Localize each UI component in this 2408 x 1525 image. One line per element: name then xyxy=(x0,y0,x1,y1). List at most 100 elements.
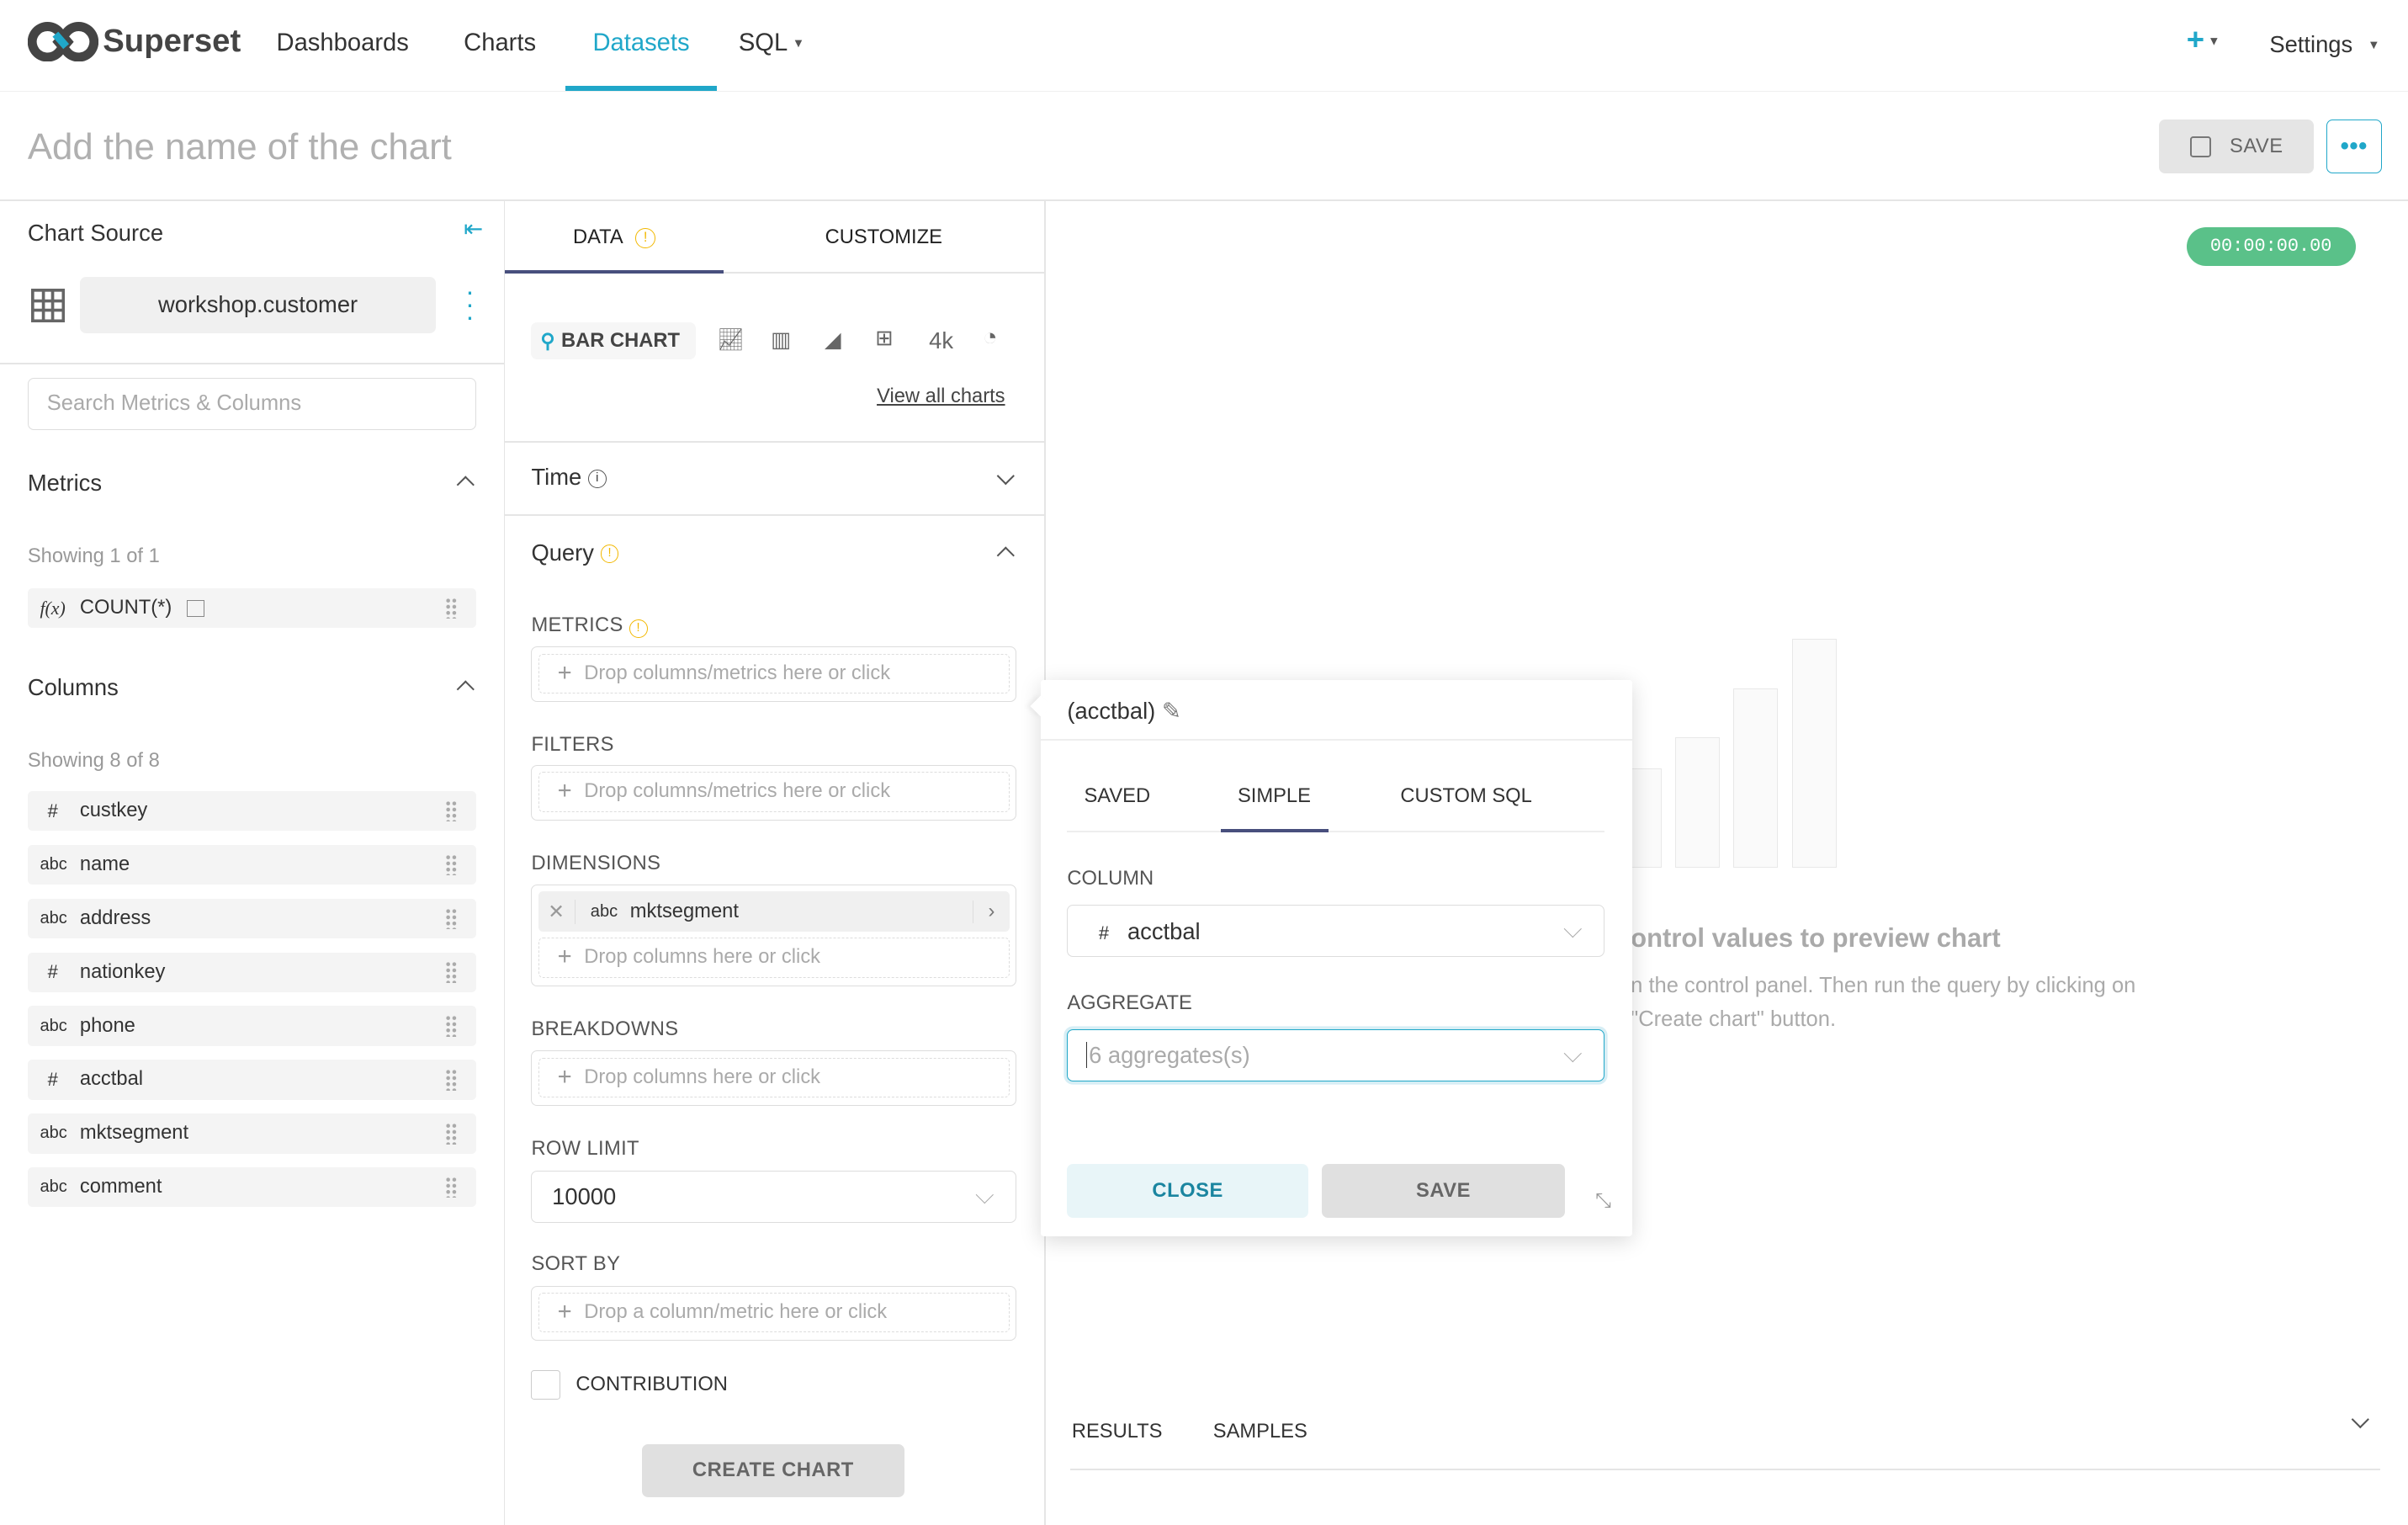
tab-simple[interactable]: SIMPLE xyxy=(1238,785,1311,808)
warning-icon: ! xyxy=(600,545,619,564)
dataset-name[interactable]: workshop.customer xyxy=(79,276,437,334)
tab-data[interactable]: DATA ! xyxy=(505,203,723,274)
settings-caret-icon: ▼ xyxy=(2368,38,2380,52)
drag-handle-icon[interactable] xyxy=(445,1015,458,1037)
column-item[interactable]: # custkey xyxy=(27,790,476,832)
column-item[interactable]: abc address xyxy=(27,898,476,939)
contribution-checkbox[interactable] xyxy=(531,1369,561,1400)
drag-handle-icon[interactable] xyxy=(445,1069,458,1091)
remove-icon[interactable]: ✕ xyxy=(538,899,575,924)
drag-handle-icon[interactable] xyxy=(445,1176,458,1198)
nav-dashboards[interactable]: Dashboards xyxy=(277,29,409,57)
dimensions-label: DIMENSIONS xyxy=(531,852,661,874)
tab-active-indicator xyxy=(1220,829,1329,833)
contribution-label: CONTRIBUTION xyxy=(575,1373,728,1395)
chevron-up-icon[interactable] xyxy=(456,681,475,699)
nav-charts[interactable]: Charts xyxy=(464,29,536,57)
popover-save-button[interactable]: SAVE xyxy=(1322,1164,1565,1219)
superset-logo-icon xyxy=(27,21,98,61)
big-number-icon[interactable]: 4k xyxy=(929,327,953,354)
tab-saved[interactable]: SAVED xyxy=(1084,785,1150,808)
filters-drop-zone[interactable]: + Drop columns/metrics here or click xyxy=(531,764,1017,821)
tab-active-indicator xyxy=(505,270,724,274)
drag-handle-icon[interactable] xyxy=(445,907,458,930)
view-all-charts-link[interactable]: View all charts xyxy=(877,385,1005,408)
chevron-down-icon[interactable] xyxy=(997,467,1015,486)
nav-sql[interactable]: SQL xyxy=(739,29,788,57)
drag-handle-icon[interactable] xyxy=(445,961,458,983)
viz-type-bar-chart[interactable]: ⚲ BAR CHART xyxy=(531,322,696,360)
chevron-up-icon[interactable] xyxy=(456,476,475,495)
aggregate-select[interactable]: 6 aggregates(s) xyxy=(1067,1028,1605,1081)
breakdowns-drop-zone[interactable]: + Drop columns here or click xyxy=(531,1050,1017,1106)
pie-chart-icon[interactable]: ◔ xyxy=(983,324,998,352)
logo[interactable]: Superset xyxy=(27,21,241,61)
metrics-section-title[interactable]: Metrics xyxy=(28,470,102,497)
breakdowns-label: BREAKDOWNS xyxy=(531,1018,679,1040)
row-limit-select[interactable]: 10000 xyxy=(531,1170,1017,1223)
plus-icon[interactable]: + ▼ xyxy=(2187,22,2220,57)
dimension-chip[interactable]: ✕ abc mktsegment › xyxy=(538,891,1010,932)
chevron-down-icon xyxy=(1564,1044,1582,1062)
tab-custom-sql[interactable]: CUSTOM SQL xyxy=(1400,785,1531,808)
save-icon xyxy=(2189,135,2212,158)
column-item[interactable]: # nationkey xyxy=(27,952,476,992)
area-chart-icon[interactable]: ◢ xyxy=(825,327,841,353)
drag-handle-icon[interactable] xyxy=(445,800,458,822)
dataset-menu-icon[interactable]: · · · xyxy=(465,278,475,330)
column-item[interactable]: # acctbal xyxy=(27,1060,476,1100)
nav-datasets[interactable]: Datasets xyxy=(592,29,689,57)
table-icon[interactable]: ⊞ xyxy=(875,326,893,351)
chart-source-title: Chart Source xyxy=(27,219,164,246)
dataset-table-icon xyxy=(30,289,65,323)
drag-handle-icon[interactable] xyxy=(445,853,458,876)
calculator-icon xyxy=(187,599,204,617)
row-limit-label: ROW LIMIT xyxy=(531,1138,639,1161)
metric-popover: (acctbal) ✎ SAVED SIMPLE CUSTOM SQL COLU… xyxy=(1030,680,1632,1237)
tab-results[interactable]: RESULTS xyxy=(1072,1421,1163,1443)
metrics-label: METRICS ! xyxy=(531,614,648,638)
aggregate-label: AGGREGATE xyxy=(1067,991,1192,1014)
empty-state-title: ontrol values to preview chart xyxy=(1631,922,2001,953)
create-chart-button[interactable]: CREATE CHART xyxy=(641,1443,904,1498)
line-chart-icon[interactable]: 📈︎ xyxy=(717,327,744,353)
column-item[interactable]: abc phone xyxy=(27,1006,476,1046)
search-metrics-columns-input[interactable]: Search Metrics & Columns xyxy=(27,377,476,430)
metrics-drop-zone[interactable]: + Drop columns/metrics here or click xyxy=(531,646,1017,702)
column-item[interactable]: abc comment xyxy=(27,1167,476,1208)
chevron-down-icon xyxy=(976,1185,994,1204)
column-item[interactable]: abc name xyxy=(27,844,476,885)
popover-close-button[interactable]: CLOSE xyxy=(1067,1164,1308,1219)
column-label: COLUMN xyxy=(1067,868,1154,890)
dimensions-drop-zone[interactable]: ✕ abc mktsegment › + Drop columns here or… xyxy=(531,885,1017,986)
app: Superset Dashboards Charts Datasets SQL … xyxy=(0,0,2408,1525)
pencil-icon[interactable]: ✎ xyxy=(1162,698,1181,724)
tab-samples[interactable]: SAMPLES xyxy=(1213,1421,1307,1443)
sql-caret-icon: ▼ xyxy=(792,36,805,50)
columns-section-title[interactable]: Columns xyxy=(28,674,119,701)
time-section[interactable]: Time i xyxy=(531,464,607,491)
columns-showing-count: Showing 8 of 8 xyxy=(27,749,160,772)
save-chart-button[interactable]: SAVE xyxy=(2158,120,2315,174)
query-section[interactable]: Query ! xyxy=(531,539,619,566)
chart-name-input[interactable]: Add the name of the chart xyxy=(28,126,452,168)
more-options-button[interactable]: ••• xyxy=(2326,120,2382,174)
resize-icon[interactable]: ⤡ xyxy=(1595,1190,1611,1213)
chevron-up-icon[interactable] xyxy=(997,547,1015,565)
column-select[interactable]: # acctbal xyxy=(1067,904,1605,957)
drag-handle-icon[interactable] xyxy=(445,1123,458,1145)
collapse-panel-icon[interactable]: ⇤ xyxy=(464,215,483,242)
drag-handle-icon[interactable] xyxy=(445,597,458,619)
settings-menu[interactable]: Settings xyxy=(2269,31,2352,58)
bar-chart-icon[interactable]: ▥ xyxy=(771,327,791,353)
popover-title[interactable]: (acctbal) ✎ xyxy=(1067,698,1180,725)
chevron-right-icon[interactable]: › xyxy=(973,900,1010,923)
metric-item[interactable]: f(x) COUNT(*) xyxy=(27,587,476,629)
tab-customize[interactable]: CUSTOMIZE xyxy=(724,203,1044,274)
chevron-down-icon[interactable] xyxy=(2351,1410,2369,1428)
brand-name: Superset xyxy=(103,23,241,60)
sort-by-drop-zone[interactable]: + Drop a column/metric here or click xyxy=(531,1285,1017,1342)
column-item[interactable]: abc mktsegment xyxy=(27,1113,476,1154)
info-icon: i xyxy=(587,469,607,488)
query-timer: 00:00:00.00 xyxy=(2186,227,2356,266)
